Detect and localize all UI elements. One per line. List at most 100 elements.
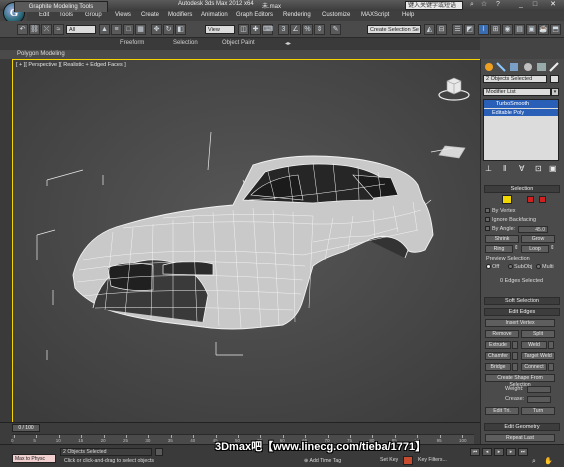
chevron-down-icon[interactable]: ▾: [551, 88, 559, 96]
zoom-icon[interactable]: ⌕: [532, 458, 542, 466]
connect-settings-button[interactable]: [548, 363, 554, 371]
tab-graphite-modeling-tools[interactable]: Graphite Modeling Tools: [14, 1, 108, 12]
split-button[interactable]: Split: [521, 330, 555, 338]
checkbox-icon[interactable]: [485, 226, 490, 232]
show-end-result-icon[interactable]: ǁ: [503, 164, 506, 173]
radio-icon[interactable]: [536, 264, 541, 270]
target-weld-button[interactable]: Target Weld: [521, 352, 555, 360]
loop-spinner-icon[interactable]: ⇕: [550, 245, 555, 251]
select-manipulate-icon[interactable]: ✚: [250, 24, 261, 35]
viewport-label[interactable]: [ + ][ Perspective ][ Realistic + Edged …: [16, 62, 126, 68]
shrink-button[interactable]: Shrink: [485, 235, 519, 243]
ring-spinner-icon[interactable]: ⇕: [514, 245, 519, 251]
radio-icon[interactable]: [486, 264, 491, 270]
minimize-button[interactable]: _: [515, 0, 527, 10]
edge-mode-icon[interactable]: [502, 195, 512, 204]
maximize-button[interactable]: □: [529, 0, 541, 10]
keyboard-shortcut-override-icon[interactable]: ⌨: [262, 24, 273, 35]
align-icon[interactable]: ⊟: [436, 24, 447, 35]
schematic-view-icon[interactable]: ⊞: [490, 24, 501, 35]
polygon-mode-icon[interactable]: [527, 196, 534, 203]
element-mode-icon[interactable]: [539, 196, 546, 203]
select-object-icon[interactable]: ▲: [99, 24, 110, 35]
make-unique-icon[interactable]: ∀: [519, 164, 524, 173]
render-iterative-icon[interactable]: ⬒: [550, 24, 561, 35]
create-shape-button[interactable]: Create Shape From Selection: [485, 374, 555, 388]
crease-spinner[interactable]: [527, 396, 551, 403]
menu-rendering[interactable]: Rendering: [283, 12, 311, 18]
perspective-viewport[interactable]: [12, 59, 481, 423]
remove-button[interactable]: Remove: [485, 330, 519, 338]
maxscript-listener-field[interactable]: Max to Physc: [12, 454, 56, 463]
radio-icon[interactable]: [508, 264, 513, 270]
object-name-field[interactable]: 2 Objects Selected: [483, 75, 547, 83]
extrude-settings-button[interactable]: [512, 341, 518, 349]
mirror-icon[interactable]: ◭: [424, 24, 435, 35]
rollout-edit-edges[interactable]: Edit Edges: [484, 308, 560, 316]
undo-tool-icon[interactable]: ↶: [17, 24, 28, 35]
chamfer-settings-button[interactable]: [512, 352, 518, 360]
curve-editor-icon[interactable]: ⌇: [478, 24, 489, 35]
pin-stack-icon[interactable]: ⊥: [485, 164, 492, 173]
go-to-start-icon[interactable]: ⏮: [470, 448, 480, 456]
modifier-list-dropdown[interactable]: Modifier List: [483, 88, 551, 96]
rollout-edit-geometry[interactable]: Edit Geometry: [484, 423, 560, 431]
preview-off-radio[interactable]: Off: [486, 264, 499, 270]
preview-multi-radio[interactable]: Multi: [536, 264, 554, 270]
key-filters-button[interactable]: Key Filters...: [418, 457, 447, 463]
render-setup-icon[interactable]: ▤: [514, 24, 525, 35]
configure-modifier-sets-icon[interactable]: ▣: [549, 164, 557, 173]
stack-item-turbosmooth[interactable]: TurboSmooth: [484, 100, 558, 108]
insert-vertex-button[interactable]: Insert Vertex: [485, 319, 555, 327]
rendered-frame-icon[interactable]: ▣: [526, 24, 537, 35]
go-to-end-icon[interactable]: ⏭: [518, 448, 528, 456]
lock-selection-icon[interactable]: [155, 448, 163, 456]
menu-graph-editors[interactable]: Graph Editors: [236, 12, 273, 18]
by-vertex-checkbox[interactable]: By Vertex: [485, 208, 516, 214]
ring-button[interactable]: Ring: [485, 245, 513, 253]
rollout-selection[interactable]: Selection: [484, 185, 560, 193]
rollout-soft-selection[interactable]: Soft Selection: [484, 297, 560, 305]
weight-spinner[interactable]: [527, 386, 551, 393]
menu-group[interactable]: Group: [85, 12, 102, 18]
viewcube-icon[interactable]: [437, 75, 471, 105]
named-selection-sets-combo[interactable]: Create Selection Se: [367, 25, 421, 34]
angle-snap-icon[interactable]: ∠: [290, 24, 301, 35]
menu-customize[interactable]: Customize: [322, 12, 350, 18]
checkbox-icon[interactable]: [485, 208, 490, 214]
menu-tools[interactable]: Tools: [59, 12, 73, 18]
ignore-backfacing-checkbox[interactable]: Ignore Backfacing: [485, 217, 536, 223]
select-and-move-icon[interactable]: ✥: [151, 24, 162, 35]
menu-maxscript[interactable]: MAXScript: [361, 12, 389, 18]
snaps-toggle-icon[interactable]: 3: [278, 24, 289, 35]
edit-named-selection-icon[interactable]: ✎: [330, 24, 341, 35]
rectangular-selection-icon[interactable]: □: [123, 24, 134, 35]
select-and-scale-icon[interactable]: ◧: [175, 24, 186, 35]
add-time-tag-button[interactable]: ⊕ Add Time Tag: [304, 457, 352, 466]
unlink-icon[interactable]: ⤫: [41, 24, 52, 35]
percent-snap-icon[interactable]: %: [302, 24, 313, 35]
loop-button[interactable]: Loop: [521, 245, 549, 253]
tab-selection[interactable]: Selection: [173, 40, 198, 46]
layer-manager-icon[interactable]: ☰: [452, 24, 463, 35]
menu-edit[interactable]: Edit: [39, 12, 49, 18]
bridge-settings-button[interactable]: [512, 363, 518, 371]
menu-modifiers[interactable]: Modifiers: [168, 12, 192, 18]
extrude-button[interactable]: Extrude: [485, 341, 511, 349]
next-frame-icon[interactable]: ▸: [506, 448, 516, 456]
pan-icon[interactable]: ✋: [544, 458, 554, 466]
time-slider-thumb[interactable]: 0 / 100: [12, 424, 40, 432]
by-angle-checkbox[interactable]: By Angle:: [485, 226, 515, 232]
search-input[interactable]: 键入关键字或短语: [405, 1, 463, 10]
graphite-toggle-icon[interactable]: ◩: [464, 24, 475, 35]
by-angle-spinner[interactable]: 45.0: [518, 226, 548, 233]
preview-subobj-radio[interactable]: SubObj: [508, 264, 532, 270]
weld-button[interactable]: Weld: [521, 341, 547, 349]
grow-button[interactable]: Grow: [521, 235, 555, 243]
bridge-button[interactable]: Bridge: [485, 363, 511, 371]
tab-freeform[interactable]: Freeform: [120, 40, 144, 46]
edit-tri-button[interactable]: Edit Tri.: [485, 407, 519, 415]
menu-create[interactable]: Create: [141, 12, 159, 18]
selection-filter-combo[interactable]: All: [66, 25, 96, 34]
menu-help[interactable]: Help: [402, 12, 414, 18]
